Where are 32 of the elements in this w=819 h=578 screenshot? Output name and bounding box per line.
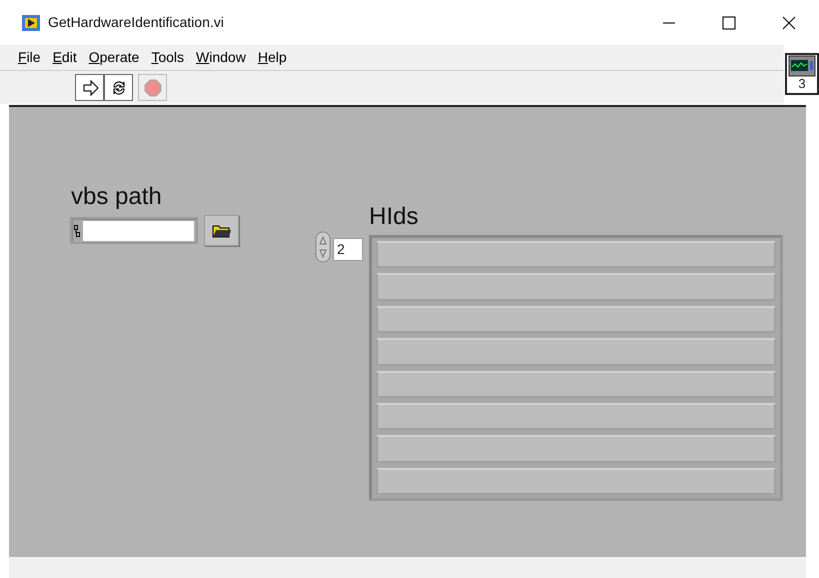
control-label: vbs path	[71, 182, 162, 212]
window-title: GetHardwareIdentification.vi	[48, 13, 225, 32]
abort-icon	[144, 78, 162, 96]
minimize-icon	[662, 22, 676, 24]
string-element[interactable]	[376, 402, 776, 430]
maximize-icon	[722, 16, 736, 30]
app-icon	[22, 14, 40, 30]
menu-item[interactable]: Tools	[145, 47, 190, 68]
run-arrow-icon	[80, 78, 98, 96]
connector-pane: 3	[785, 53, 819, 95]
string-element[interactable]	[376, 370, 776, 398]
string-element[interactable]	[376, 273, 776, 301]
run-button[interactable]	[75, 74, 104, 101]
folder-icon	[212, 224, 232, 238]
array-index-field[interactable]: 2	[333, 238, 363, 261]
path-icon	[74, 224, 80, 236]
run-continuously-button[interactable]	[104, 74, 133, 101]
browse-button[interactable]	[204, 215, 239, 246]
array-label: HIds	[369, 202, 418, 232]
menu-item[interactable]: Operate	[82, 47, 146, 68]
string-element[interactable]	[376, 435, 776, 463]
close-icon	[782, 16, 796, 30]
string-element[interactable]	[376, 241, 776, 268]
menu-item[interactable]: Window	[190, 47, 252, 68]
string-element[interactable]	[376, 468, 776, 495]
path-field[interactable]	[70, 217, 198, 244]
menu-item[interactable]: Help	[252, 47, 293, 68]
menu-item[interactable]: Edit	[46, 47, 83, 68]
string-element[interactable]	[376, 306, 776, 334]
menu-item[interactable]: File	[12, 47, 47, 68]
string-element[interactable]	[376, 338, 776, 366]
index-spinner[interactable]	[315, 231, 331, 263]
